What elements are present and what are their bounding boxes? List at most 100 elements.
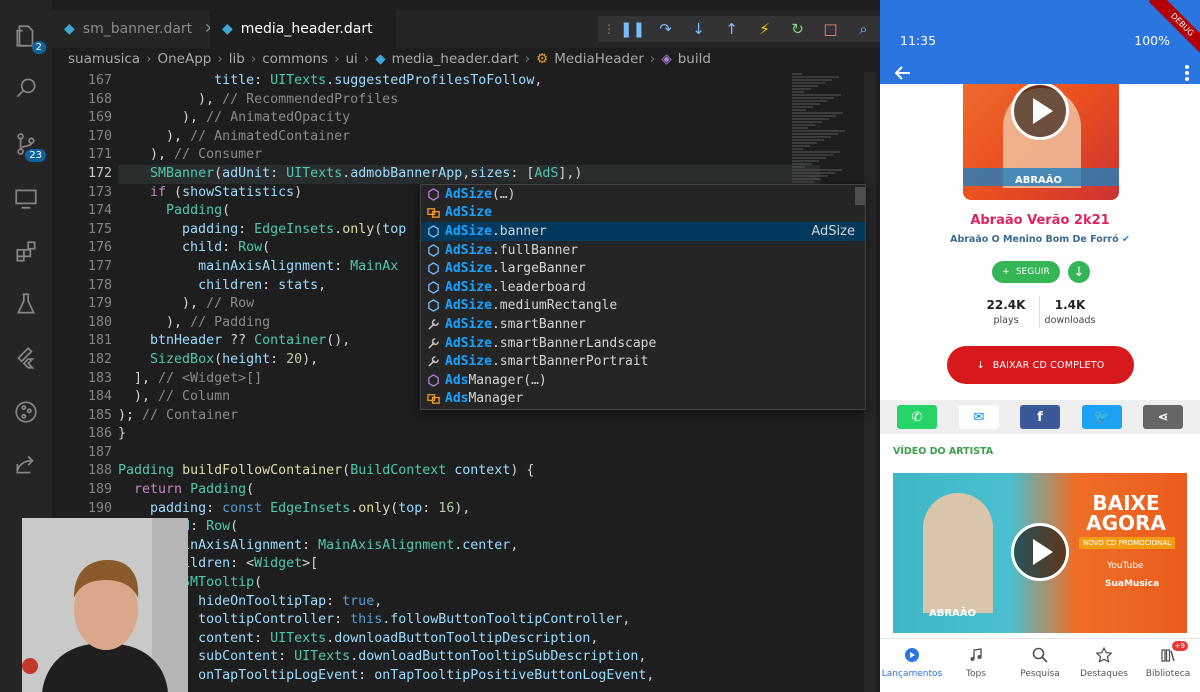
- line-number: 185: [87, 407, 112, 423]
- dart-file-icon: ◆: [222, 21, 233, 37]
- facebook-icon[interactable]: f: [1020, 405, 1060, 429]
- promo-subtitle: NOVO CD PROMOCIONAL: [1079, 537, 1176, 549]
- autocomplete-item[interactable]: AdSize .smartBanner: [421, 315, 865, 334]
- code-line[interactable]: ), // Consumer: [118, 146, 820, 165]
- messenger-icon[interactable]: ✉: [959, 405, 999, 429]
- tab-media-header[interactable]: ◆ media_header.dart: [210, 10, 396, 48]
- breadcrumb: suamusica › OneApp › lib › commons › ui › ◆ m…: [68, 51, 711, 67]
- minimap-line: [792, 124, 815, 126]
- restart-icon[interactable]: ↻: [781, 16, 814, 42]
- breadcrumb-item[interactable]: OneApp: [157, 51, 211, 67]
- code-line[interactable]: subContent: UITexts.downloadButtonToolti…: [118, 648, 820, 667]
- minimap-line: [792, 157, 826, 159]
- code-line[interactable]: onTapTooltipLogEvent: onTapTooltipPositi…: [118, 667, 820, 686]
- code-line[interactable]: children: <Widget>[: [118, 555, 820, 574]
- download-cd-button[interactable]: ↓ BAIXAR CD COMPLETO: [947, 346, 1134, 384]
- inspect-icon[interactable]: ⌕: [847, 16, 880, 42]
- line-number: 183: [87, 370, 112, 386]
- nav-item[interactable]: Lançamentos: [880, 645, 944, 679]
- breadcrumb-item[interactable]: ui: [345, 51, 357, 67]
- share-icon[interactable]: ⋖: [1143, 405, 1183, 429]
- extensions-icon[interactable]: [12, 238, 40, 266]
- nav-item[interactable]: Tops: [944, 645, 1008, 679]
- line-number: 188: [87, 463, 112, 479]
- nav-label: Tops: [966, 669, 986, 679]
- artist-name[interactable]: Abraão O Menino Bom De Forró ✔: [880, 234, 1200, 245]
- more-vert-icon[interactable]: [1184, 64, 1190, 82]
- back-arrow-icon[interactable]: [894, 64, 912, 82]
- step-out-icon[interactable]: ↑: [715, 16, 748, 42]
- minimap-line: [792, 148, 803, 150]
- autocomplete-item[interactable]: AdSize .leaderboard: [421, 278, 865, 297]
- breadcrumb-item[interactable]: suamusica: [68, 51, 140, 67]
- breadcrumb-item[interactable]: lib: [229, 51, 245, 67]
- breadcrumb-item[interactable]: MediaHeader: [554, 51, 644, 67]
- step-over-icon[interactable]: ↷: [649, 16, 682, 42]
- code-line[interactable]: ), // AnimatedOpacity: [118, 109, 820, 128]
- minimap-line: [792, 112, 843, 114]
- hot-reload-icon[interactable]: ⚡: [748, 16, 781, 42]
- tab-sm-banner[interactable]: ◆ sm_banner.dart ✕: [52, 10, 216, 48]
- nav-item[interactable]: Pesquisa: [1008, 645, 1072, 679]
- method-icon: ◈: [661, 51, 672, 67]
- step-into-icon[interactable]: ↓: [682, 16, 715, 42]
- breadcrumb-item[interactable]: build: [678, 51, 711, 67]
- autocomplete-item[interactable]: Ads Manager(…): [421, 371, 865, 390]
- pause-icon[interactable]: ❚❚: [616, 16, 649, 42]
- code-line[interactable]: ), // RecommendedProfiles: [118, 91, 820, 110]
- code-line[interactable]: hideOnTooltipTap: true,: [118, 593, 820, 612]
- nav-item[interactable]: Destaques: [1072, 645, 1136, 679]
- autocomplete-item[interactable]: AdSize (…): [421, 185, 865, 204]
- album-cover[interactable]: ABRAÃO: [963, 84, 1119, 200]
- autocomplete-item[interactable]: AdSize .fullBanner: [421, 241, 865, 260]
- nav-badge: +9: [1171, 641, 1188, 651]
- class-icon: [425, 372, 441, 388]
- nav-item[interactable]: Biblioteca +9: [1136, 641, 1200, 679]
- autocomplete-item[interactable]: AdSize .banner AdSize: [421, 222, 865, 241]
- breadcrumb-item[interactable]: commons: [262, 51, 328, 67]
- whatsapp-icon[interactable]: ✆: [897, 405, 937, 429]
- nav-label: Biblioteca: [1145, 669, 1191, 679]
- code-line[interactable]: child: Row(: [118, 518, 820, 537]
- download-button[interactable]: ↓: [1068, 261, 1090, 283]
- autocomplete-item[interactable]: AdSize .mediumRectangle: [421, 297, 865, 316]
- autocomplete-item[interactable]: AdSize .smartBannerPortrait: [421, 352, 865, 371]
- breadcrumb-item[interactable]: media_header.dart: [392, 51, 519, 67]
- autocomplete-item[interactable]: AdSize .largeBanner: [421, 259, 865, 278]
- search-icon[interactable]: [12, 74, 40, 102]
- autocomplete-item[interactable]: AdSize: [421, 204, 865, 223]
- code-line[interactable]: padding: const EdgeInsets.only(top: 16),: [118, 500, 820, 519]
- stop-icon[interactable]: □: [814, 16, 847, 42]
- twitter-icon[interactable]: 🐦: [1082, 405, 1122, 429]
- autocomplete-item[interactable]: AdSize .smartBannerLandscape: [421, 334, 865, 353]
- code-line[interactable]: SMTooltip(: [118, 574, 820, 593]
- remote-explorer-icon[interactable]: [12, 184, 40, 212]
- code-line[interactable]: return Padding(: [118, 481, 820, 500]
- code-line[interactable]: ), // AnimatedContainer: [118, 128, 820, 147]
- code-line[interactable]: title: UITexts.suggestedProfilesToFollow…: [118, 72, 820, 91]
- code-line[interactable]: }: [118, 425, 820, 444]
- git-graph-icon[interactable]: [12, 398, 40, 426]
- source-control-icon[interactable]: 23: [12, 130, 46, 162]
- code-line[interactable]: tooltipController: this.followButtonTool…: [118, 611, 820, 630]
- nav-label: Destaques: [1080, 669, 1128, 679]
- video-play-button[interactable]: [1011, 523, 1069, 581]
- code-line[interactable]: mainAxisAlignment: MainAxisAlignment.cen…: [118, 537, 820, 556]
- testing-icon[interactable]: [12, 290, 40, 318]
- webcam-overlay: [22, 518, 188, 692]
- code-line[interactable]: SMBanner(adUnit: UITexts.admobBannerApp,…: [118, 164, 820, 184]
- live-share-icon[interactable]: [12, 450, 40, 478]
- play-button[interactable]: [1011, 84, 1069, 140]
- follow-button[interactable]: + SEGUIR: [992, 261, 1060, 283]
- album-art-text: ABRAÃO: [929, 608, 977, 619]
- enum-icon: [425, 205, 441, 221]
- code-line[interactable]: [118, 444, 820, 463]
- drag-handle-icon[interactable]: ⋮: [602, 16, 616, 42]
- explorer-icon[interactable]: 2: [12, 22, 46, 54]
- flutter-icon[interactable]: [12, 344, 40, 372]
- code-line[interactable]: content: UITexts.downloadButtonTooltipDe…: [118, 630, 820, 649]
- artist-video-thumbnail[interactable]: ABRAÃO BAIXE AGORA NOVO CD PROMOCIONAL Y…: [893, 473, 1187, 633]
- autocomplete-item[interactable]: Ads Manager: [421, 390, 865, 409]
- code-line[interactable]: Padding buildFollowContainer(BuildContex…: [118, 462, 820, 481]
- wrench-icon: [425, 354, 441, 370]
